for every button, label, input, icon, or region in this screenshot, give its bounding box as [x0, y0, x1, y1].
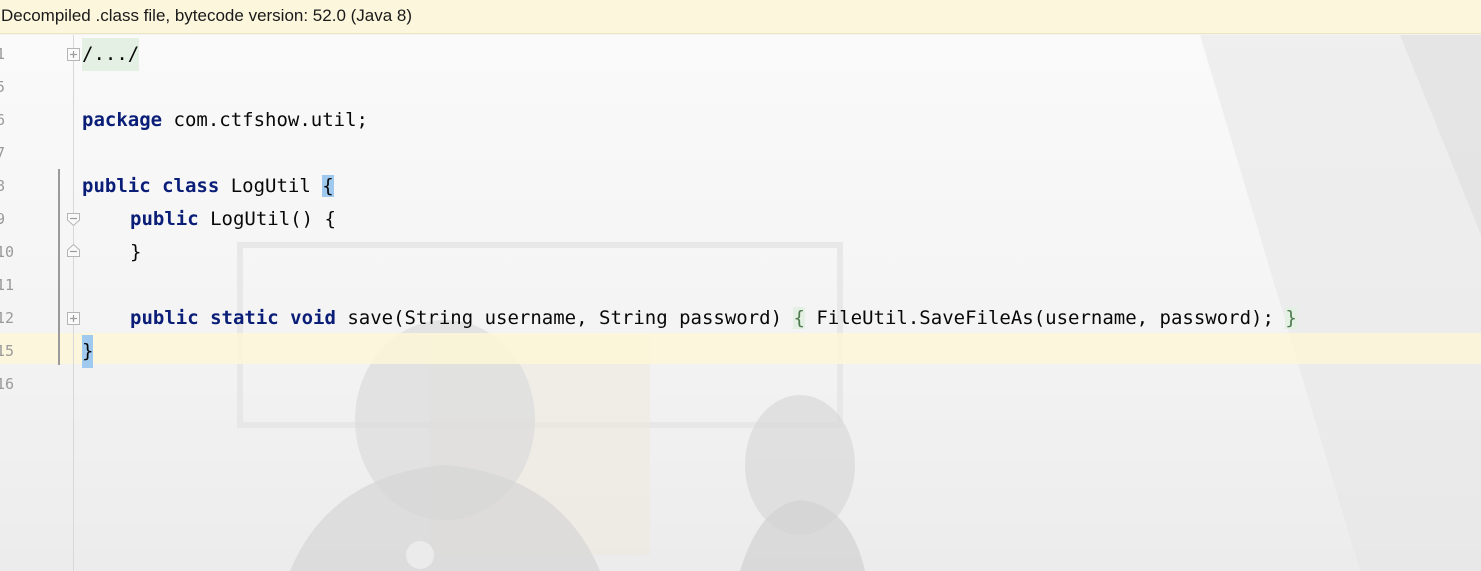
code-line-15[interactable]: 15 }: [0, 335, 1481, 368]
method-signature: save(String username, String password): [335, 307, 794, 329]
code-line-5[interactable]: 5: [0, 71, 1481, 104]
folded-brace-close[interactable]: }: [1285, 307, 1297, 329]
matched-closing-brace: }: [82, 335, 94, 368]
code-line-11[interactable]: 11: [0, 269, 1481, 302]
code-line-10[interactable]: 10 }: [0, 236, 1481, 269]
fold-collapse-icon[interactable]: [67, 213, 80, 226]
keyword: public: [130, 208, 199, 230]
code-editor[interactable]: 1 /.../ 5 6 package com.ctfshow.util; 7 …: [0, 35, 1481, 571]
fold-expand-icon[interactable]: [67, 48, 80, 61]
matched-brace: {: [322, 175, 334, 197]
folded-brace-open[interactable]: {: [793, 307, 805, 329]
keyword: public class: [82, 175, 220, 197]
line-number: 10: [0, 243, 15, 261]
package-name: com.ctfshow.util;: [162, 109, 368, 131]
decompiled-notice-text: Decompiled .class file, bytecode version…: [1, 6, 413, 25]
line-number: 5: [0, 78, 6, 96]
line-number: 11: [0, 276, 15, 294]
code-line-16[interactable]: 16: [0, 368, 1481, 401]
fold-collapse-icon[interactable]: [67, 244, 80, 257]
line-number: 12: [0, 309, 15, 327]
line-number: 9: [0, 210, 6, 228]
line-number: 15: [0, 342, 15, 360]
constructor-declaration: public LogUtil() {: [130, 203, 336, 236]
keyword: package: [82, 109, 163, 131]
code-line-8[interactable]: 8 public class LogUtil {: [0, 170, 1481, 203]
code-line-6[interactable]: 6 package com.ctfshow.util;: [0, 104, 1481, 137]
line-number: 7: [0, 144, 6, 162]
class-declaration: public class LogUtil {: [82, 170, 334, 203]
line-number: 8: [0, 177, 6, 195]
fold-expand-icon[interactable]: [67, 312, 80, 325]
folded-imports[interactable]: /.../: [82, 38, 140, 71]
code-line-1[interactable]: 1 /.../: [0, 38, 1481, 71]
line-number: 16: [0, 375, 15, 393]
closing-brace: }: [130, 241, 142, 263]
line-number: 1: [0, 45, 6, 63]
keyword: public static void: [130, 307, 336, 329]
code-line-9[interactable]: 9 public LogUtil() {: [0, 203, 1481, 236]
package-statement: package com.ctfshow.util;: [82, 104, 368, 137]
decompiled-notice-banner: Decompiled .class file, bytecode version…: [0, 0, 1481, 34]
class-name: LogUtil: [219, 175, 323, 197]
method-body: FileUtil.SaveFileAs(username, password);: [804, 307, 1286, 329]
save-method-declaration: public static void save(String username,…: [130, 302, 1297, 335]
code-line-7[interactable]: 7: [0, 137, 1481, 170]
code-line-12[interactable]: 12 public static void save(String userna…: [0, 302, 1481, 335]
line-number: 6: [0, 111, 6, 129]
constructor-signature: LogUtil() {: [198, 208, 336, 230]
